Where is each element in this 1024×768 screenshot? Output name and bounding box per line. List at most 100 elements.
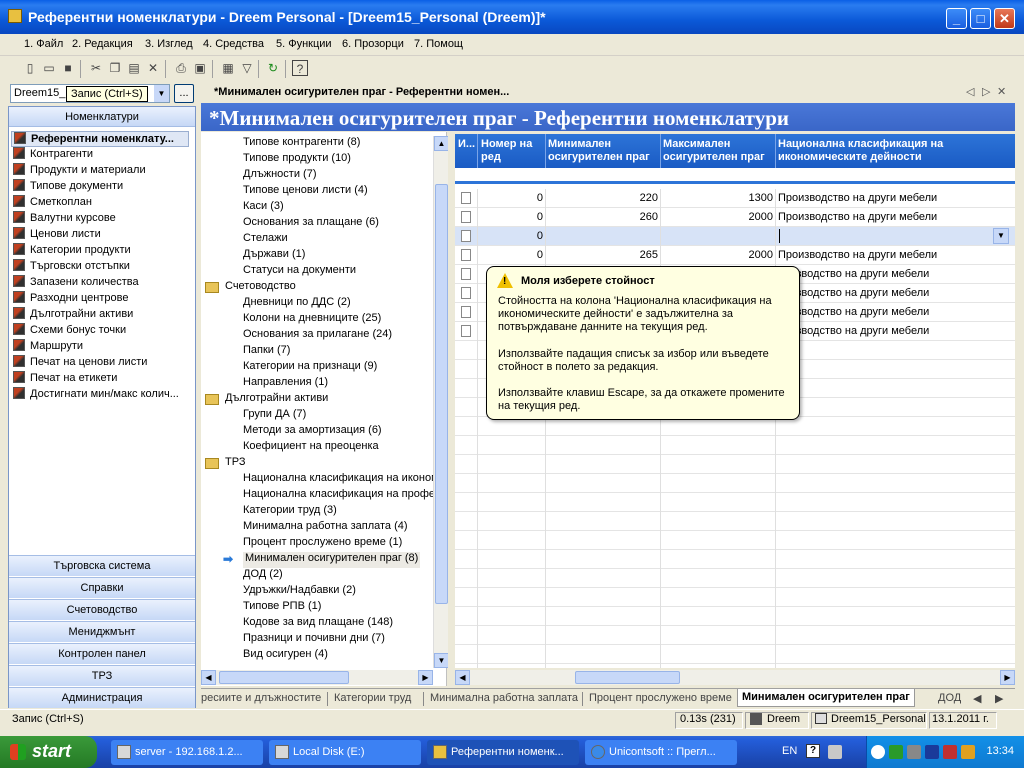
tree-item[interactable]: Основания за прилагане (24) bbox=[243, 328, 392, 344]
help-icon[interactable]: ? bbox=[806, 744, 820, 758]
tree-item[interactable]: Длъжности (7) bbox=[243, 168, 317, 184]
menu-edit[interactable]: 2. Редакция bbox=[72, 38, 133, 50]
minimize-button[interactable]: _ bbox=[946, 8, 967, 29]
refresh-icon[interactable]: ↻ bbox=[265, 60, 281, 76]
tree-item[interactable]: Коефициент на преоценка bbox=[243, 440, 379, 456]
tab-labor-categories[interactable]: Категории труд bbox=[334, 692, 411, 704]
min-threshold-cell[interactable]: 265 bbox=[547, 249, 658, 261]
nkid-cell[interactable]: роизводство на други мебели bbox=[778, 268, 1010, 280]
menu-functions[interactable]: 5. Функции bbox=[276, 38, 332, 50]
tab-next-icon[interactable]: ▷ bbox=[982, 85, 990, 98]
start-button[interactable]: start bbox=[0, 736, 97, 768]
scroll-left-icon[interactable]: ◀ bbox=[455, 670, 470, 685]
panel-splitter[interactable] bbox=[448, 132, 454, 686]
menu-view[interactable]: 3. Изглед bbox=[145, 38, 193, 50]
nkid-cell[interactable]: роизводство на други мебели bbox=[778, 287, 1010, 299]
sidebar-item[interactable]: Категории продукти bbox=[13, 243, 131, 259]
tree-item[interactable]: Типове продукти (10) bbox=[243, 152, 351, 168]
menu-help[interactable]: 7. Помощ bbox=[414, 38, 463, 50]
sidebar-item[interactable]: Разходни центрове bbox=[13, 291, 128, 307]
nkid-cell[interactable]: роизводство на други мебели bbox=[778, 306, 1010, 318]
menu-file[interactable]: 1. Файл bbox=[24, 38, 63, 50]
tree-item[interactable]: Категории труд (3) bbox=[243, 504, 337, 520]
grid-icon[interactable]: ▦ bbox=[220, 60, 236, 76]
sidebar-item[interactable]: Контрагенти bbox=[13, 147, 93, 163]
tree-item[interactable]: Дневници по ДДС (2) bbox=[243, 296, 351, 312]
sidebar-item[interactable]: Маршрути bbox=[13, 339, 83, 355]
table-row[interactable] bbox=[455, 493, 1015, 512]
table-row[interactable] bbox=[455, 569, 1015, 588]
tab-seniority-percent[interactable]: Процент прослужено време bbox=[589, 692, 732, 704]
tree-vertical-scrollbar[interactable]: ▲ ▼ bbox=[433, 136, 449, 668]
chevron-down-icon[interactable]: ▼ bbox=[154, 85, 169, 102]
sidebar-item[interactable]: Схеми бонус точки bbox=[13, 323, 126, 339]
tree-item[interactable]: Минимална работна заплата (4) bbox=[243, 520, 408, 536]
panel-header[interactable]: Справки bbox=[9, 577, 195, 598]
table-row[interactable] bbox=[455, 550, 1015, 569]
column-header-row-number[interactable]: Номер на ред bbox=[481, 138, 545, 164]
copy-icon[interactable]: ❐ bbox=[107, 60, 123, 76]
tab-minimum-wage[interactable]: Минимална работна заплата bbox=[430, 692, 578, 704]
tree-item[interactable]: Каси (3) bbox=[243, 200, 284, 216]
help-icon[interactable]: ? bbox=[292, 60, 308, 76]
taskbar-item-dreem[interactable]: Референтни номенк... bbox=[427, 740, 579, 765]
tree-item[interactable]: Вид осигурен (4) bbox=[243, 648, 328, 664]
table-row[interactable] bbox=[455, 512, 1015, 531]
sidebar-item[interactable]: Печат на ценови листи bbox=[13, 355, 147, 371]
tree-item[interactable]: Национална класификация на профе bbox=[243, 488, 435, 504]
sidebar-item[interactable]: Продукти и материали bbox=[13, 163, 146, 179]
table-row[interactable] bbox=[455, 664, 1015, 668]
taskbar-item-server[interactable]: server - 192.168.1.2... bbox=[111, 740, 263, 765]
panel-header[interactable]: Контролен панел bbox=[9, 643, 195, 664]
tree-item[interactable]: Типове контрагенти (8) bbox=[243, 136, 360, 152]
grid-filter-row[interactable] bbox=[455, 168, 1015, 184]
column-header-nkid[interactable]: Национална класификация на икономическит… bbox=[778, 138, 1008, 164]
paste-icon[interactable]: ▤ bbox=[126, 60, 142, 76]
sidebar-item[interactable]: Валутни курсове bbox=[13, 211, 116, 227]
print-icon[interactable]: ⎙ bbox=[173, 60, 189, 76]
scroll-thumb[interactable] bbox=[219, 671, 349, 684]
network-icon[interactable] bbox=[907, 745, 921, 759]
table-row[interactable] bbox=[455, 531, 1015, 550]
new-icon[interactable]: ▯ bbox=[22, 60, 38, 76]
tree-item[interactable]: Колони на дневниците (25) bbox=[243, 312, 381, 328]
sidebar-item[interactable]: Дълготрайни активи bbox=[13, 307, 133, 323]
tray-app-icon[interactable] bbox=[889, 745, 903, 759]
scroll-up-icon[interactable]: ▲ bbox=[434, 136, 449, 151]
min-threshold-cell[interactable]: 260 bbox=[547, 211, 658, 223]
tree-item[interactable]: Статуси на документи bbox=[243, 264, 356, 280]
scroll-thumb[interactable] bbox=[575, 671, 680, 684]
sidebar-item[interactable]: Ценови листи bbox=[13, 227, 101, 243]
language-indicator[interactable]: EN bbox=[782, 745, 797, 757]
nkid-cell[interactable]: роизводство на други мебели bbox=[778, 325, 1010, 337]
tab-scroll-left-icon[interactable]: ◀ bbox=[973, 692, 981, 705]
sidebar-item[interactable]: Запазени количества bbox=[13, 275, 139, 291]
row-number-cell[interactable]: 0 bbox=[479, 192, 543, 204]
row-number-cell[interactable]: 0 bbox=[479, 211, 543, 223]
table-row[interactable]: 0 260 2000 Производство на други мебели bbox=[455, 208, 1015, 227]
tree-item[interactable]: Методи за амортизация (6) bbox=[243, 424, 382, 440]
tree-item[interactable]: Основания за плащане (6) bbox=[243, 216, 379, 232]
table-row[interactable] bbox=[455, 474, 1015, 493]
expand-tray-icon[interactable] bbox=[871, 745, 885, 759]
scroll-right-icon[interactable]: ▶ bbox=[1000, 670, 1015, 685]
tab-close-icon[interactable]: ✕ bbox=[997, 85, 1006, 98]
dropdown-chevron-icon[interactable]: ▼ bbox=[993, 228, 1009, 244]
column-header-min-threshold[interactable]: Минимален осигурителен праг bbox=[548, 138, 660, 164]
scroll-thumb[interactable] bbox=[435, 184, 448, 604]
menu-tools[interactable]: 4. Средства bbox=[203, 38, 264, 50]
keyboard-icon[interactable] bbox=[828, 745, 842, 759]
panel-header[interactable]: ТРЗ bbox=[9, 665, 195, 686]
nkid-cell[interactable]: Производство на други мебели bbox=[778, 192, 1010, 204]
tree-item[interactable]: Национална класификация на иконом bbox=[243, 472, 439, 488]
tree-item[interactable]: Удръжки/Надбавки (2) bbox=[243, 584, 356, 600]
table-row[interactable]: 0 265 2000 Производство на други мебели bbox=[455, 246, 1015, 265]
tree-item[interactable]: Държави (1) bbox=[243, 248, 305, 264]
table-row[interactable] bbox=[455, 626, 1015, 645]
menu-windows[interactable]: 6. Прозорци bbox=[342, 38, 404, 50]
tree-item[interactable]: Папки (7) bbox=[243, 344, 290, 360]
min-threshold-cell[interactable]: 220 bbox=[547, 192, 658, 204]
column-header-max-threshold[interactable]: Максимален осигурителен праг bbox=[663, 138, 775, 164]
scroll-down-icon[interactable]: ▼ bbox=[434, 653, 449, 668]
sidebar-item[interactable]: Сметкоплан bbox=[13, 195, 92, 211]
